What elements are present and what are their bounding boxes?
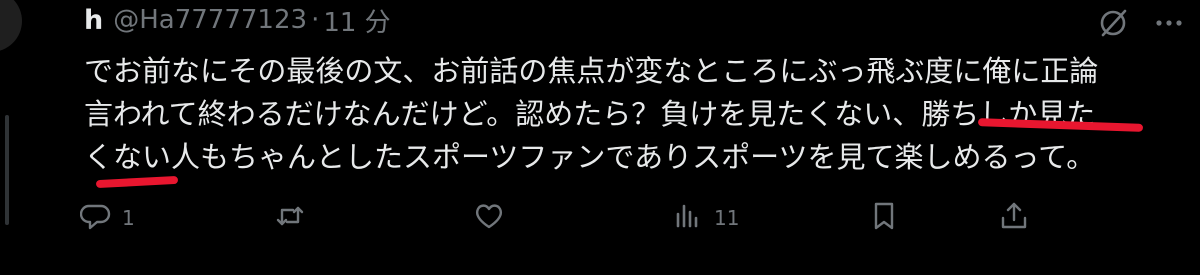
timestamp[interactable]: 11 分 <box>323 2 390 39</box>
reply-button[interactable]: 1 <box>79 196 135 240</box>
avatar[interactable] <box>0 0 22 52</box>
views-count: 11 <box>714 206 740 230</box>
tweet-header: h @Ha77777123 · 11 分 <box>84 0 391 40</box>
views-icon <box>672 200 704 236</box>
tweet-text: でお前なにその最後の文、お前話の焦点が変なところにぶっ飛ぶ度に俺に正論 言われて… <box>84 54 1099 174</box>
views-button[interactable]: 11 <box>672 196 739 240</box>
like-icon <box>473 200 505 236</box>
display-name[interactable]: h <box>84 5 103 36</box>
separator-dot: · <box>311 5 320 35</box>
bookmark-icon <box>868 200 900 236</box>
retweet-icon <box>274 200 306 236</box>
thread-connector-line <box>5 115 9 225</box>
thread-rail <box>0 0 22 275</box>
reply-icon <box>79 200 112 236</box>
action-bar: 1 11 <box>79 196 1030 240</box>
top-actions <box>1096 6 1186 40</box>
reply-count: 1 <box>122 206 135 230</box>
share-icon <box>998 200 1030 236</box>
user-handle[interactable]: @Ha77777123 <box>113 5 307 35</box>
grok-icon[interactable] <box>1096 6 1130 40</box>
more-icon[interactable] <box>1152 6 1186 40</box>
like-button[interactable] <box>473 196 515 240</box>
retweet-button[interactable] <box>274 196 316 240</box>
share-button[interactable] <box>998 196 1030 240</box>
bookmark-button[interactable] <box>868 196 900 240</box>
